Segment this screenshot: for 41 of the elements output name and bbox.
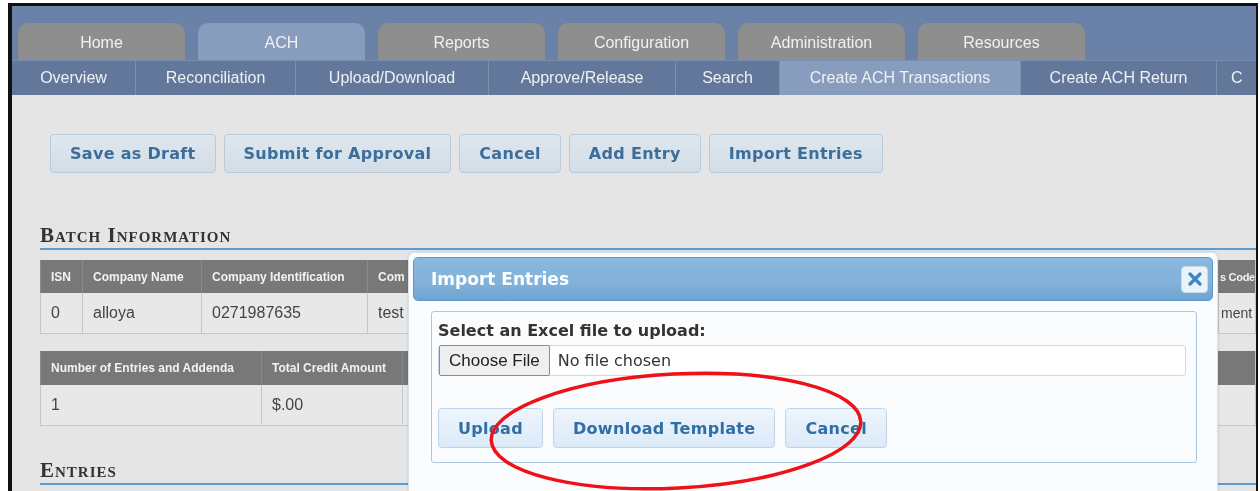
column-header: Company Name	[93, 269, 184, 284]
subnav-item[interactable]: C	[1217, 61, 1256, 95]
subnav-item[interactable]: Overview	[12, 61, 136, 95]
choose-file-button[interactable]: Choose File	[439, 345, 550, 376]
nav-tab[interactable]: Administration	[738, 23, 905, 60]
nav-tab[interactable]: Reports	[378, 23, 545, 60]
subnav-item[interactable]: Create ACH Transactions	[780, 61, 1021, 95]
table-cell: $.00	[272, 396, 304, 414]
column-header: Number of Entries and Addenda	[51, 361, 234, 375]
table-cell: 0	[51, 304, 60, 322]
subnav-item[interactable]: Approve/Release	[489, 61, 676, 95]
nav-tab[interactable]: Home	[18, 23, 185, 60]
subnav-item[interactable]: Reconciliation	[136, 61, 296, 95]
nav-tab[interactable]: Resources	[918, 23, 1085, 60]
action-button[interactable]: Import Entries	[708, 134, 883, 173]
column-header: ISN	[51, 269, 71, 284]
close-icon	[1187, 272, 1202, 286]
section-heading: Batch Information	[40, 223, 1256, 250]
column-header: s Code	[1220, 270, 1255, 283]
table-cell: 0271987635	[212, 304, 301, 322]
action-button[interactable]: Add Entry	[568, 134, 701, 173]
action-button[interactable]: Submit for Approval	[223, 134, 452, 173]
close-button[interactable]	[1181, 265, 1208, 293]
dialog-title: Import Entries	[431, 269, 570, 289]
file-status-text: No file chosen	[557, 351, 672, 370]
upload-prompt: Select an Excel file to upload:	[438, 321, 707, 340]
table-cell: test	[378, 304, 404, 322]
nav-tab[interactable]: Configuration	[558, 23, 725, 60]
nav-tab[interactable]: ACH	[198, 23, 365, 60]
table-cell: alloya	[93, 304, 135, 322]
action-button[interactable]: Save as Draft	[50, 134, 216, 173]
table-cell: ment	[1221, 305, 1253, 321]
dialog-button[interactable]: Download Template	[553, 408, 776, 448]
subnav-item[interactable]: Upload/Download	[296, 61, 489, 95]
action-button[interactable]: Cancel	[459, 134, 561, 173]
table-cell: 1	[51, 396, 60, 414]
subnav-item[interactable]: Create ACH Return	[1021, 61, 1217, 95]
column-header: Total Credit Amount	[272, 361, 386, 375]
column-header: Com	[378, 269, 405, 284]
column-header: Company Identification	[212, 269, 345, 284]
file-input-field[interactable]: Choose File No file chosen	[438, 345, 1186, 376]
